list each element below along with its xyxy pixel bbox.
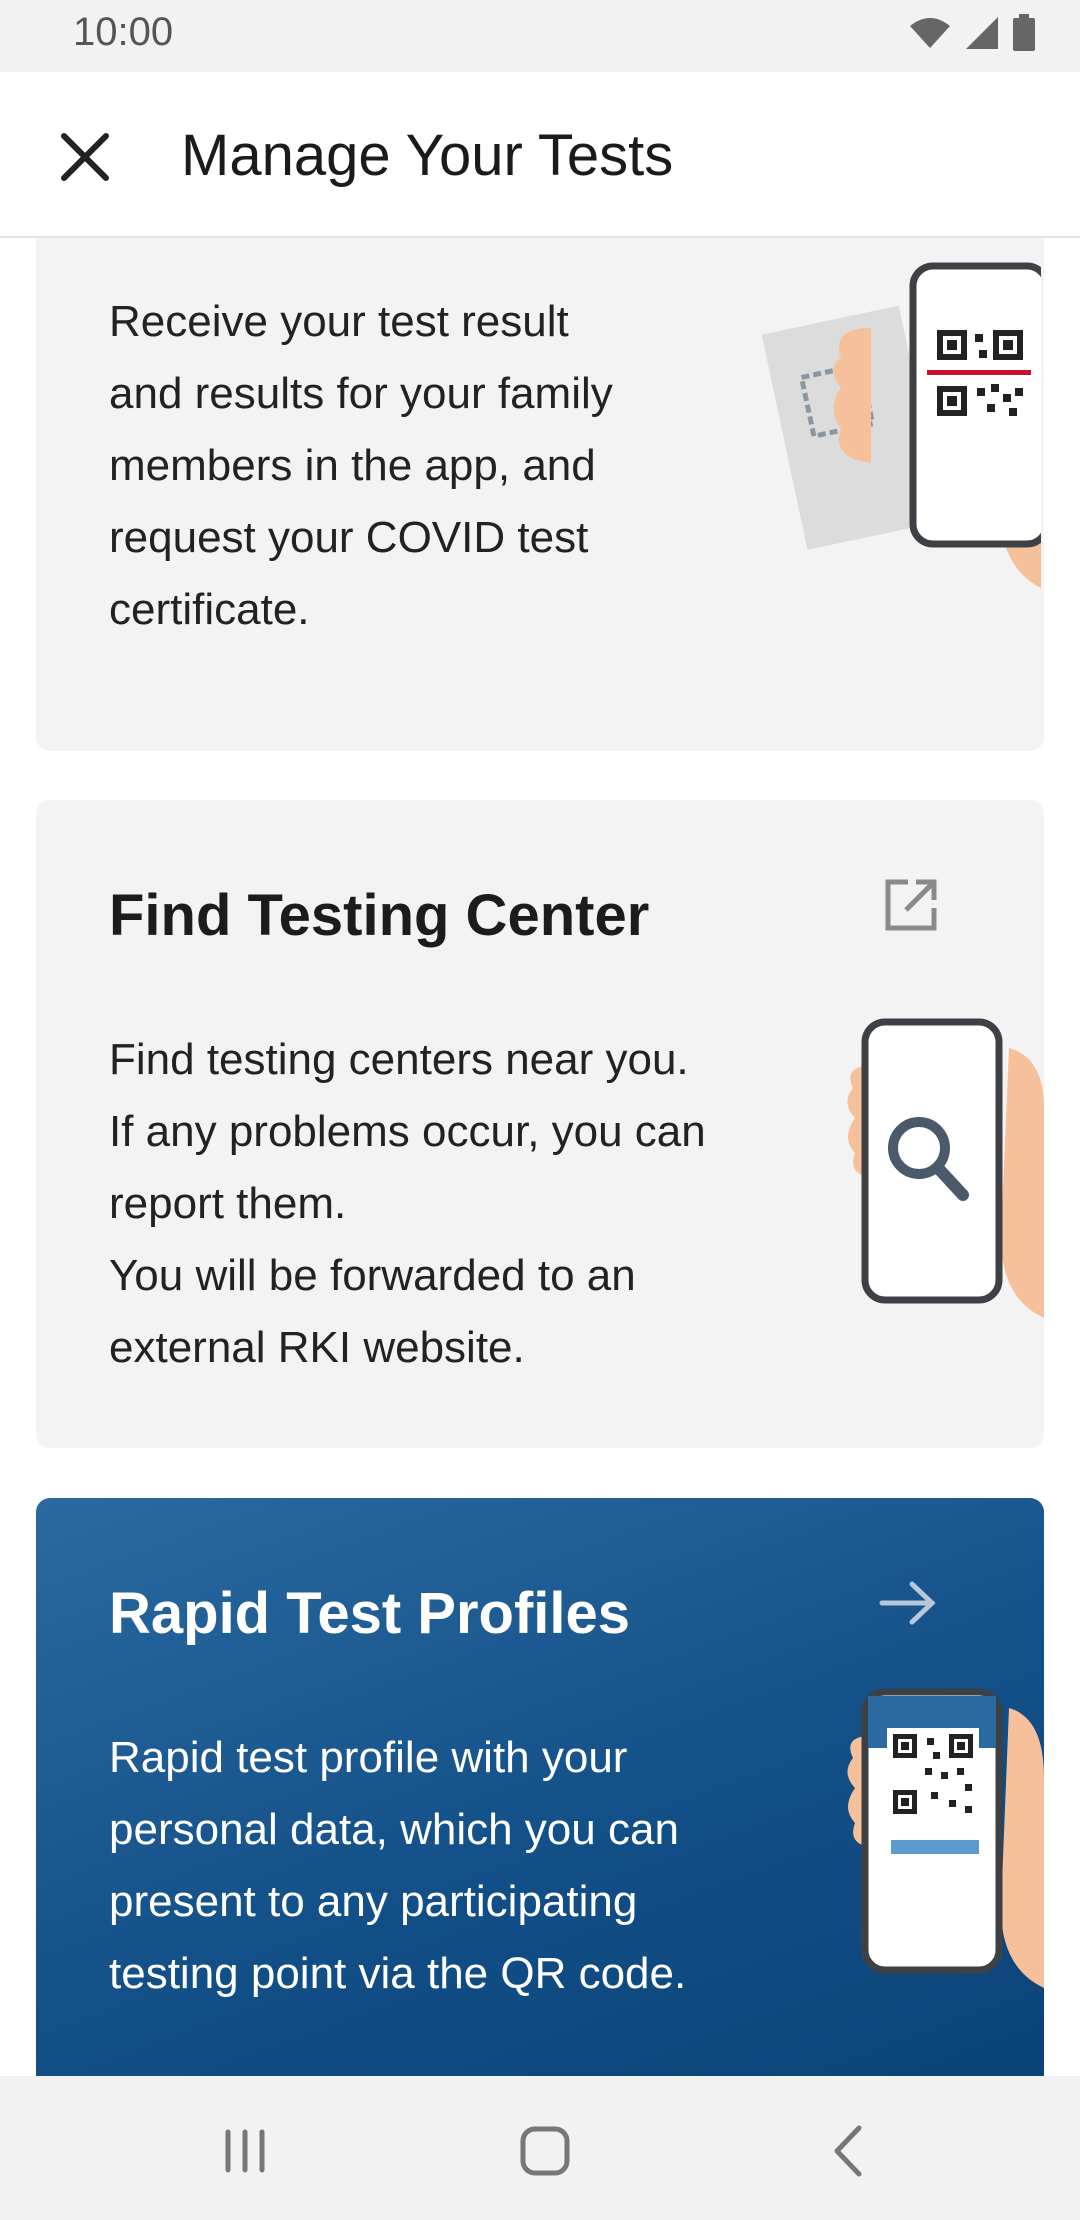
back-icon[interactable]: [815, 2116, 885, 2186]
rapid-test-profiles-description: Rapid test profile with your personal da…: [109, 1733, 687, 1998]
status-time: 10:00: [73, 10, 174, 54]
status-bar: 10:00: [0, 0, 1080, 72]
qr-scan-illustration: [761, 262, 1041, 588]
wifi-icon: [910, 18, 950, 48]
signal-icon: [966, 17, 998, 49]
app-header: Manage Your Tests: [0, 72, 1080, 238]
home-icon[interactable]: [510, 2116, 580, 2186]
battery-icon: [1013, 14, 1035, 51]
find-testing-center-card[interactable]: Find Testing Center Find testing centers…: [36, 800, 1044, 1448]
page-title: Manage Your Tests: [181, 123, 674, 188]
search-phone-illustration: [847, 1018, 1044, 1318]
status-icons: [908, 14, 1036, 52]
rapid-test-profiles-title: Rapid Test Profiles: [109, 1581, 631, 1646]
arrow-right-icon[interactable]: [878, 1578, 938, 1628]
qr-profile-phone-illustration: [847, 1688, 1044, 1988]
test-result-card[interactable]: Receive your test result and results for…: [36, 238, 1044, 751]
test-result-description: Receive your test result and results for…: [109, 297, 613, 634]
rapid-test-profiles-card[interactable]: Rapid Test Profiles Rapid test profile w…: [36, 1498, 1044, 2076]
find-testing-center-title: Find Testing Center: [109, 883, 650, 948]
recent-apps-icon[interactable]: [210, 2116, 280, 2186]
system-nav-bar: [0, 2076, 1080, 2220]
close-icon[interactable]: [50, 122, 120, 192]
content-scroll[interactable]: Receive your test result and results for…: [0, 238, 1080, 2076]
external-link-icon[interactable]: [882, 876, 940, 934]
find-testing-center-description: Find testing centers near you. If any pr…: [109, 1035, 706, 1372]
